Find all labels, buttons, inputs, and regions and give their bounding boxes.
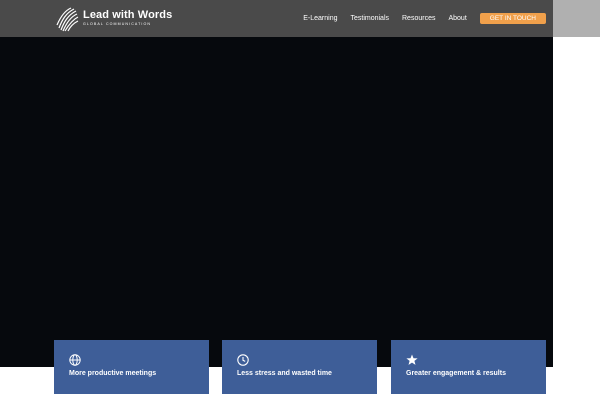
hero-video-area[interactable] <box>0 37 553 367</box>
nav-item-testimonials[interactable]: Testimonials <box>350 15 389 22</box>
benefit-card-label: More productive meetings <box>69 370 157 377</box>
star-icon <box>406 354 418 365</box>
benefit-card-meetings: More productive meetings <box>54 340 209 394</box>
benefit-card-label: Greater engagement & results <box>406 370 506 377</box>
benefit-card-stress: Less stress and wasted time <box>222 340 377 394</box>
main-nav: E-Learning Testimonials Resources About … <box>290 0 546 37</box>
page: Lead with Words GLOBAL COMMUNICATION E-L… <box>0 0 600 400</box>
nav-item-resources[interactable]: Resources <box>402 15 435 22</box>
site-header: Lead with Words GLOBAL COMMUNICATION E-L… <box>0 0 553 37</box>
benefit-card-engagement: Greater engagement & results <box>391 340 546 394</box>
logo-mark-icon <box>56 6 79 31</box>
brand-tagline: GLOBAL COMMUNICATION <box>83 22 152 27</box>
nav-item-e-learning[interactable]: E-Learning <box>303 15 337 22</box>
globe-icon <box>69 354 81 366</box>
brand-logo[interactable]: Lead with Words GLOBAL COMMUNICATION <box>56 5 172 32</box>
logo-text: Lead with Words GLOBAL COMMUNICATION <box>83 10 172 27</box>
brand-name: Lead with Words <box>83 9 173 22</box>
nav-item-about[interactable]: About <box>448 15 466 22</box>
benefit-card-label: Less stress and wasted time <box>237 370 332 377</box>
side-strip <box>553 0 600 37</box>
get-in-touch-button[interactable]: GET IN TOUCH <box>479 13 546 24</box>
clock-icon <box>237 354 249 366</box>
